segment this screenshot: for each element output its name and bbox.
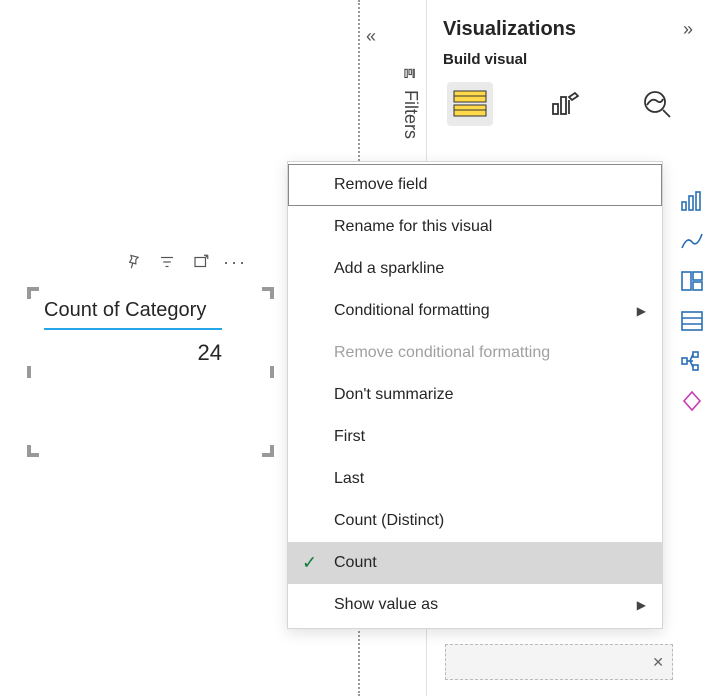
menu-label: Remove field — [334, 176, 427, 194]
visual-action-bar: ··· — [123, 252, 245, 272]
menu-last[interactable]: Last — [288, 458, 662, 500]
submenu-arrow-icon: ▶ — [637, 304, 646, 318]
menu-dont-summarize[interactable]: Don't summarize — [288, 374, 662, 416]
pane-title: Visualizations — [443, 18, 576, 41]
resize-handle[interactable] — [270, 366, 274, 378]
field-context-menu: Remove field Rename for this visual Add … — [287, 161, 663, 629]
menu-first[interactable]: First — [288, 416, 662, 458]
card-visual-title: Count of Category — [44, 299, 222, 330]
menu-label: Count (Distinct) — [334, 512, 444, 530]
stacked-bar-icon[interactable] — [680, 190, 704, 212]
menu-add-sparkline[interactable]: Add a sparkline — [288, 248, 662, 290]
resize-handle[interactable] — [27, 287, 31, 299]
menu-label: Last — [334, 470, 364, 488]
resize-handle[interactable] — [27, 445, 31, 457]
line-chart-icon[interactable] — [680, 230, 704, 252]
menu-label: Add a sparkline — [334, 260, 444, 278]
visual-gallery-strip — [675, 190, 709, 412]
menu-remove-conditional: Remove conditional formatting — [288, 332, 662, 374]
decomposition-tree-icon[interactable] — [680, 350, 704, 372]
collapse-pane-icon[interactable]: « — [366, 26, 376, 47]
menu-rename[interactable]: Rename for this visual — [288, 206, 662, 248]
menu-count-distinct[interactable]: Count (Distinct) — [288, 500, 662, 542]
menu-label: Rename for this visual — [334, 218, 492, 236]
expand-pane-icon[interactable]: » — [683, 19, 693, 40]
filters-pane-icon[interactable] — [402, 66, 416, 82]
filter-icon[interactable] — [157, 252, 177, 272]
resize-handle[interactable] — [27, 366, 31, 378]
submenu-arrow-icon: ▶ — [637, 598, 646, 612]
card-visual-value: 24 — [44, 340, 222, 366]
focus-mode-icon[interactable] — [191, 252, 211, 272]
menu-label: Show value as — [334, 596, 438, 614]
menu-label: Remove conditional formatting — [334, 344, 550, 362]
more-options-icon[interactable]: ··· — [225, 252, 245, 272]
menu-label: Conditional formatting — [334, 302, 490, 320]
card-visual[interactable]: Count of Category 24 — [28, 289, 273, 456]
menu-remove-field[interactable]: Remove field — [288, 164, 662, 206]
filters-pane-label[interactable]: Filters — [400, 90, 421, 139]
field-well[interactable]: ✕ — [445, 644, 673, 680]
pin-icon[interactable] — [123, 252, 143, 272]
menu-conditional-formatting[interactable]: Conditional formatting ▶ — [288, 290, 662, 332]
remove-field-button[interactable]: ✕ — [652, 654, 664, 671]
build-visual-tab[interactable] — [447, 82, 493, 126]
treemap-icon[interactable] — [680, 270, 704, 292]
resize-handle[interactable] — [270, 445, 274, 457]
menu-label: Don't summarize — [334, 386, 454, 404]
menu-label: First — [334, 428, 365, 446]
build-visual-label: Build visual — [427, 47, 709, 70]
analytics-tab[interactable] — [635, 82, 681, 126]
menu-label: Count — [334, 554, 377, 572]
menu-count[interactable]: ✓ Count — [288, 542, 662, 584]
power-apps-icon[interactable] — [680, 390, 704, 412]
resize-handle[interactable] — [270, 287, 274, 299]
table-icon[interactable] — [680, 310, 704, 332]
check-icon: ✓ — [302, 553, 317, 574]
format-visual-tab[interactable] — [541, 82, 587, 126]
menu-show-value-as[interactable]: Show value as ▶ — [288, 584, 662, 626]
